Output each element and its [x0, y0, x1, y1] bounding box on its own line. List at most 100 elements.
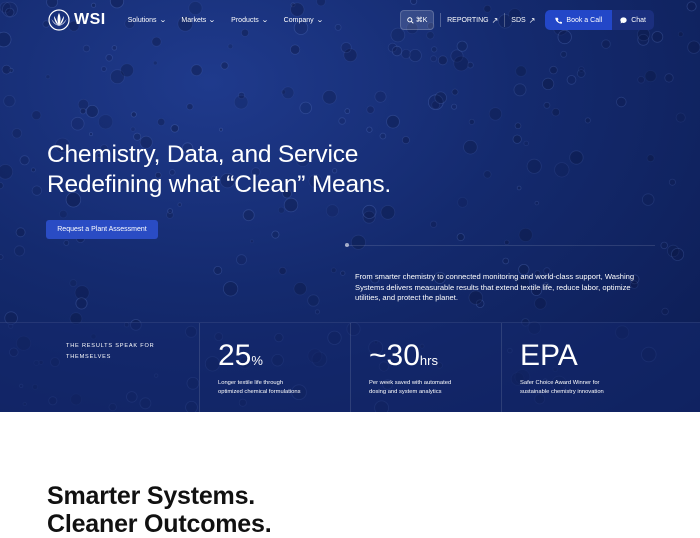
bubble	[314, 309, 320, 315]
bubble	[453, 55, 470, 72]
external-arrow-icon: ↗	[528, 15, 536, 25]
bubble	[451, 103, 458, 110]
bubble	[401, 49, 412, 60]
menu-item-solutions[interactable]: Solutions ⌄	[128, 16, 167, 25]
bubble	[675, 112, 686, 123]
bubble	[31, 185, 42, 196]
bubble	[671, 247, 685, 261]
section-title-line-1: Smarter Systems.	[47, 482, 256, 510]
bubble	[430, 55, 438, 63]
bubble	[15, 227, 26, 238]
bubble	[111, 45, 118, 51]
bubble	[75, 297, 88, 310]
sds-link[interactable]: SDS ↗	[511, 16, 535, 25]
bubble	[429, 220, 438, 228]
stats-heading: THE RESULTS SPEAK FOR THEMSELVES	[66, 341, 176, 363]
bubble	[646, 154, 655, 163]
bubble	[338, 117, 346, 125]
bubble	[554, 162, 570, 178]
search-shortcut: ⌘K	[415, 17, 428, 24]
chevron-down-icon: ⌄	[315, 17, 324, 24]
search-button[interactable]: ⌘K	[400, 10, 435, 30]
bubble	[340, 270, 346, 276]
bubble	[457, 196, 469, 208]
bubble	[601, 39, 611, 49]
bubble	[101, 66, 107, 72]
bubble	[223, 281, 239, 297]
bubble	[1, 64, 12, 75]
bubble	[523, 140, 529, 147]
bubble	[434, 91, 447, 104]
bubble	[687, 40, 700, 54]
menu-item-company[interactable]: Company ⌄	[283, 16, 324, 25]
phone-icon	[555, 17, 563, 24]
divider-dot	[345, 243, 349, 247]
bubble	[82, 44, 91, 53]
bubble	[120, 63, 134, 78]
bubble	[277, 206, 285, 214]
bubble	[456, 40, 468, 52]
bubble	[289, 44, 301, 55]
bubble	[437, 55, 448, 66]
bubble	[151, 36, 162, 47]
chat-bubble-icon	[620, 16, 627, 24]
bubble	[518, 227, 533, 242]
bubble	[79, 107, 87, 115]
brand-logo[interactable]: WSI	[48, 9, 106, 31]
stat-description: Longer textile life through optimized ch…	[218, 379, 338, 397]
bubble	[451, 88, 459, 96]
bubble	[512, 134, 522, 144]
bubble	[468, 118, 475, 125]
bubble	[213, 265, 223, 275]
bubble	[249, 239, 254, 244]
stat-card: EPA Safer Choice Award Winner for sustai…	[501, 323, 700, 412]
bubble	[686, 1, 697, 12]
bubble	[401, 136, 410, 145]
nav-divider	[440, 13, 442, 27]
hero-headline: Chemistry, Data, and Service Redefining …	[47, 140, 391, 200]
bubble	[0, 182, 4, 190]
bubble	[660, 241, 668, 250]
menu-item-markets[interactable]: Markets ⌄	[181, 16, 217, 25]
bubble	[105, 54, 113, 62]
menu-label: Company	[283, 16, 314, 24]
menu-item-products[interactable]: Products ⌄	[231, 16, 268, 25]
chat-button[interactable]: Chat	[612, 10, 654, 30]
bubble	[560, 50, 568, 58]
bubble	[0, 254, 4, 260]
chevron-down-icon: ⌄	[208, 17, 217, 24]
bubble	[63, 239, 70, 246]
bubble	[177, 202, 182, 207]
bubble	[5, 7, 15, 17]
stat-unit: %	[251, 353, 263, 368]
hero-divider	[345, 245, 655, 246]
bubble	[549, 65, 558, 75]
stat-unit: hrs	[419, 353, 438, 368]
menu-label: Markets	[181, 16, 207, 24]
bubble	[307, 294, 320, 307]
bubble	[502, 257, 510, 265]
book-call-button[interactable]: Book a Call	[545, 10, 613, 30]
bubble	[19, 155, 30, 166]
bubble	[69, 279, 78, 288]
stat-desc-line-1: Longer textile life through	[218, 380, 284, 386]
stat-desc-line-2: optimized chemical formulations	[218, 389, 301, 395]
bubble	[374, 90, 387, 103]
reporting-link[interactable]: REPORTING ↗	[447, 16, 498, 25]
bubble	[677, 31, 684, 38]
bubble	[233, 94, 249, 110]
bubble	[366, 105, 375, 114]
bubble	[299, 101, 312, 115]
brand-name: WSI	[74, 11, 106, 28]
request-assessment-button[interactable]: Request a Plant Assessment	[46, 220, 158, 239]
bubble	[463, 139, 478, 155]
bubble	[456, 233, 465, 242]
bubble	[350, 234, 366, 250]
bubble	[31, 167, 36, 173]
bubble	[281, 86, 295, 100]
bubble	[242, 209, 255, 222]
bubble	[322, 89, 337, 105]
menu-label: Products	[231, 16, 259, 24]
bubble	[283, 197, 299, 213]
bubble	[157, 118, 166, 127]
